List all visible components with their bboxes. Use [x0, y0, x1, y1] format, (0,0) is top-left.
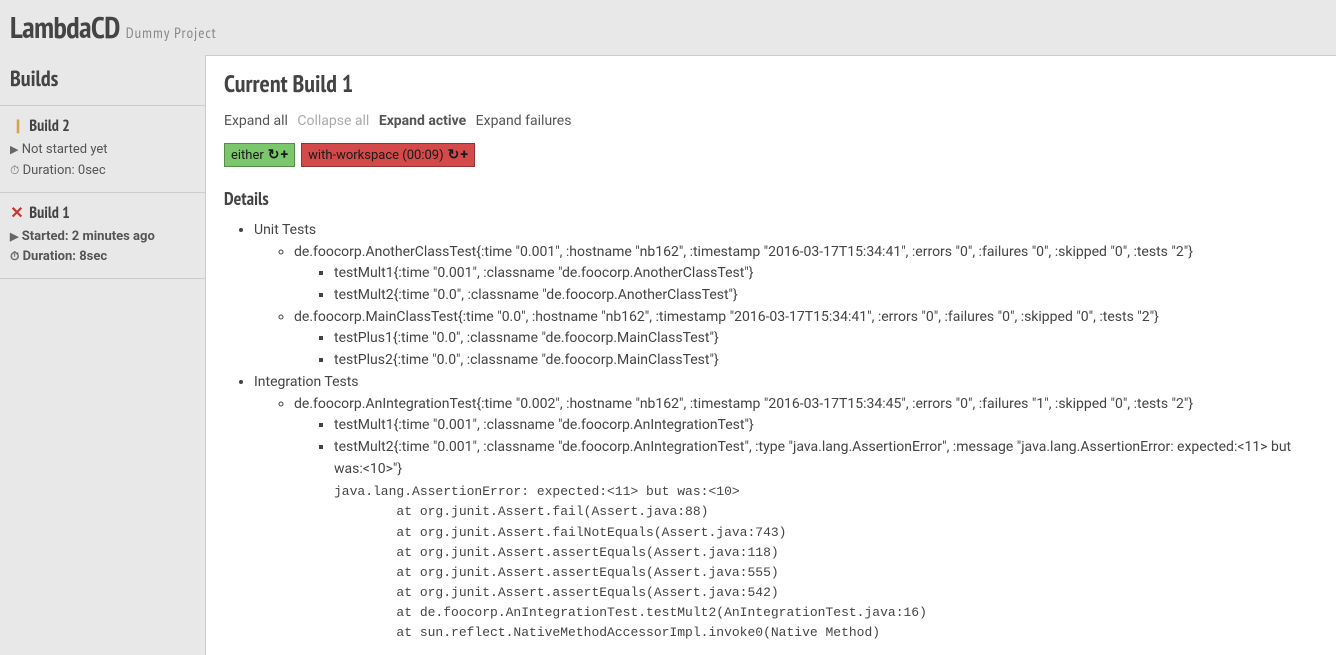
build-item[interactable]: || Build 2 ▶ Not started yet⏱ Duration: 0… — [0, 106, 205, 193]
clock-icon: ⏱ — [10, 249, 19, 263]
project-subtitle: Dummy Project — [126, 24, 217, 43]
expand-failures-link[interactable]: Expand failures — [476, 113, 572, 129]
build-started: Not started yet — [22, 142, 108, 157]
expand-active-link[interactable]: Expand active — [379, 113, 466, 129]
stack-trace: java.lang.AssertionError: expected:<11> … — [334, 482, 1318, 643]
main-panel: Current Build 1 Expand all Collapse all … — [205, 55, 1336, 655]
app-title[interactable]: LambdaCD — [10, 8, 120, 47]
collapse-all-link[interactable]: Collapse all — [297, 113, 369, 129]
pipeline-step[interactable]: with-workspace (00:09) ↻+ — [301, 143, 475, 167]
app-header: LambdaCD Dummy Project — [0, 0, 1336, 55]
test-suite: Integration Testsde.foocorp.AnIntegratio… — [254, 372, 1318, 644]
pipeline-step[interactable]: either ↻+ — [224, 143, 295, 167]
retry-icon[interactable]: ↻ — [448, 147, 460, 163]
test-class: de.foocorp.AnIntegrationTest{:time "0.00… — [294, 394, 1318, 644]
test-case: testMult2{:time "0.0", :classname "de.fo… — [334, 285, 1318, 307]
test-case: testPlus1{:time "0.0", :classname "de.fo… — [334, 328, 1318, 350]
test-case: testMult1{:time "0.001", :classname "de.… — [334, 415, 1318, 437]
details-section: Details Unit Testsde.foocorp.AnotherClas… — [224, 187, 1318, 643]
build-duration: Duration: 0sec — [23, 163, 106, 178]
test-case: testMult1{:time "0.001", :classname "de.… — [334, 263, 1318, 285]
details-title: Details — [224, 187, 1318, 210]
test-results-tree: Unit Testsde.foocorp.AnotherClassTest{:t… — [224, 220, 1318, 643]
current-build-title: Current Build 1 — [224, 68, 1318, 99]
builds-sidebar: Builds || Build 2▶ Not started yet⏱ Dura… — [0, 55, 205, 655]
step-label: either — [231, 148, 264, 163]
test-class: de.foocorp.AnotherClassTest{:time "0.001… — [294, 242, 1318, 307]
build-item[interactable]: ✕ Build 1 ▶ Started: 2 minutes ago⏱ Durat… — [0, 193, 205, 280]
retry-icon[interactable]: ↻ — [268, 147, 280, 163]
expand-step-icon[interactable]: + — [281, 147, 289, 163]
test-class: de.foocorp.MainClassTest{:time "0.0", :h… — [294, 307, 1318, 372]
clock-icon: ⏱ — [10, 163, 19, 177]
build-duration: Duration: 8sec — [23, 249, 108, 264]
expand-all-link[interactable]: Expand all — [224, 113, 288, 129]
build-started: Started: 2 minutes ago — [22, 229, 155, 244]
test-case: testPlus2{:time "0.0", :classname "de.fo… — [334, 350, 1318, 372]
test-case: testMult2{:time "0.001", :classname "de.… — [334, 437, 1318, 644]
test-suite: Unit Testsde.foocorp.AnotherClassTest{:t… — [254, 220, 1318, 372]
expand-controls: Expand all Collapse all Expand active Ex… — [224, 113, 1318, 129]
failed-icon: ✕ — [10, 203, 24, 223]
expand-step-icon[interactable]: + — [460, 147, 468, 163]
build-name: Build 1 — [29, 203, 70, 223]
play-icon: ▶ — [10, 143, 18, 156]
paused-icon: || — [10, 116, 24, 136]
build-name: Build 2 — [29, 116, 70, 136]
pipeline-steps: either↻+with-workspace (00:09)↻+ — [224, 143, 1318, 167]
sidebar-title: Builds — [0, 55, 205, 106]
step-label: with-workspace (00:09) — [308, 148, 443, 163]
play-icon: ▶ — [10, 230, 18, 243]
